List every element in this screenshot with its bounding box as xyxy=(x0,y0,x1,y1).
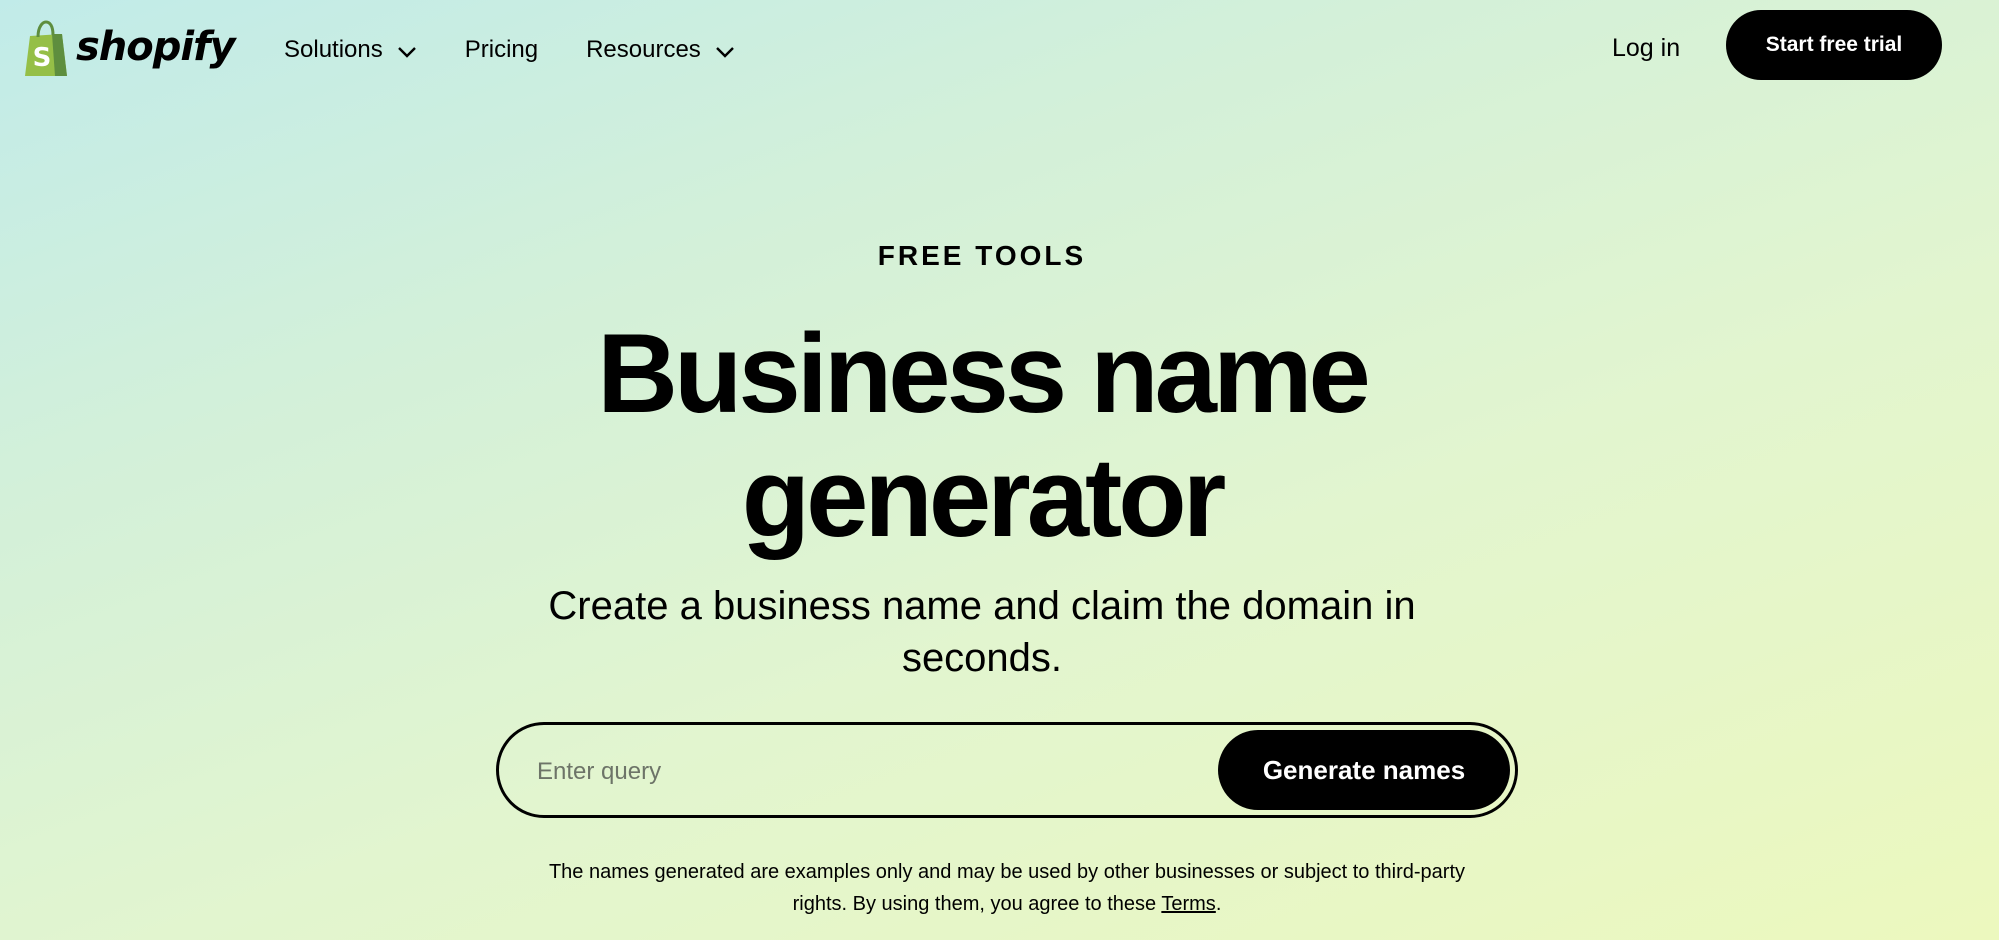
disclaimer-text: The names generated are examples only an… xyxy=(482,856,1532,920)
nav-item-resources[interactable]: Resources xyxy=(586,32,735,68)
terms-link[interactable]: Terms xyxy=(1161,893,1215,915)
nav-item-label: Pricing xyxy=(464,36,539,63)
page-title-line-1: Business name xyxy=(597,311,1371,436)
nav-item-solutions[interactable]: Solutions xyxy=(284,32,417,68)
query-input[interactable] xyxy=(535,743,1179,801)
nav-item-pricing[interactable]: Pricing xyxy=(465,32,538,68)
disclaimer-period: . xyxy=(1215,893,1222,915)
page-title-line-2: generator xyxy=(741,435,1227,560)
page-subtitle: Create a business name and claim the dom… xyxy=(532,580,1432,684)
subtitle-line-1: Create a business name and claim the dom… xyxy=(548,584,1416,628)
chevron-down-icon xyxy=(397,47,416,58)
svg-text:S: S xyxy=(33,43,52,73)
eyebrow-label: FREE TOOLS xyxy=(877,240,1087,271)
subtitle-line-2: seconds. xyxy=(901,636,1063,680)
login-link[interactable]: Log in xyxy=(1612,34,1680,63)
main-nav: Solutions Pricing Resources xyxy=(284,32,783,68)
start-free-trial-button[interactable]: Start free trial xyxy=(1726,10,1942,80)
nav-item-label: Solutions xyxy=(284,36,383,63)
name-generator-form: Generate names xyxy=(496,722,1518,818)
page-title: Business name generator xyxy=(0,312,1964,560)
logo-wordmark: shopify xyxy=(76,24,236,70)
chevron-down-icon xyxy=(715,47,734,58)
shopping-bag-icon: S xyxy=(25,20,67,76)
nav-item-label: Resources xyxy=(586,36,701,63)
disclaimer-line-2: rights. By using them, you agree to thes… xyxy=(792,893,1157,915)
generate-names-button[interactable]: Generate names xyxy=(1218,730,1510,810)
shopify-logo[interactable]: S shopify xyxy=(22,20,236,78)
site-header: S shopify Solutions Pricing Resources Lo… xyxy=(0,0,1999,100)
disclaimer-line-1: The names generated are examples only an… xyxy=(548,861,1466,883)
